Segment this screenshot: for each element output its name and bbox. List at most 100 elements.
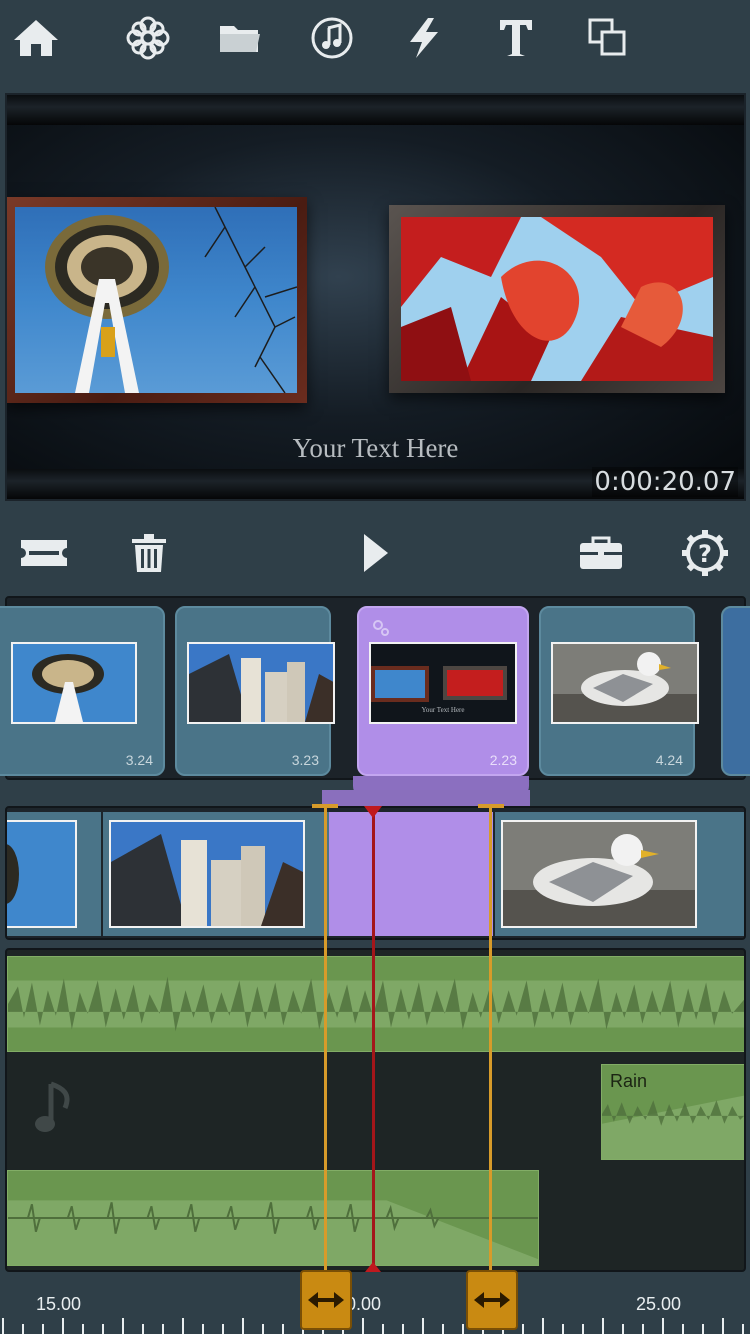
ruler-tick	[442, 1324, 444, 1334]
preview-photo-frame-right	[389, 205, 725, 393]
ruler-tick	[562, 1324, 564, 1334]
ruler-tick	[422, 1318, 424, 1334]
clip-duration: 3.24	[125, 752, 153, 768]
video-segment[interactable]	[495, 812, 744, 936]
preview-timecode: 0:00:20.07	[592, 467, 738, 497]
svg-text:?: ?	[698, 540, 712, 568]
audio-clip-effects[interactable]	[7, 1170, 539, 1266]
clip-duration: 3.23	[291, 752, 319, 768]
layers-icon[interactable]	[584, 14, 632, 62]
lightning-icon[interactable]	[400, 14, 448, 62]
trash-icon[interactable]	[124, 528, 174, 578]
ruler-tick	[622, 1324, 624, 1334]
ruler-tick	[242, 1318, 244, 1334]
audio-clip-rain[interactable]: Rain	[601, 1064, 744, 1160]
segment-thumbnail	[7, 820, 77, 928]
ruler-tick	[522, 1324, 524, 1334]
clip-duration: 2.23	[489, 752, 517, 768]
thumb-caption: Your Text Here	[421, 706, 465, 714]
audio-clip-label: Rain	[610, 1071, 648, 1091]
ticket-icon[interactable]	[18, 528, 70, 578]
text-icon[interactable]	[492, 14, 540, 62]
ruler-tick	[642, 1324, 644, 1334]
folder-icon[interactable]	[216, 14, 264, 62]
ruler-tick	[682, 1324, 684, 1334]
ruler-tick	[222, 1324, 224, 1334]
ruler-tick	[462, 1324, 464, 1334]
trim-handle-right[interactable]	[466, 1270, 518, 1330]
toolbox-icon[interactable]	[576, 528, 626, 578]
space-needle-photo	[15, 207, 297, 393]
playhead-marker-top[interactable]	[364, 806, 382, 818]
music-icon[interactable]	[308, 14, 356, 62]
video-segment-selected[interactable]	[329, 812, 493, 936]
ruler-tick	[102, 1324, 104, 1334]
trim-handle-left[interactable]	[300, 1270, 352, 1330]
video-track[interactable]	[5, 806, 746, 940]
ruler-tick	[122, 1318, 124, 1334]
ruler-tick	[42, 1324, 44, 1334]
ruler-tick	[602, 1318, 604, 1334]
clip-thumbnail	[187, 642, 335, 724]
playhead-marker-bottom	[365, 1262, 381, 1272]
ruler-tick	[262, 1324, 264, 1334]
help-gear-icon[interactable]: ?	[680, 528, 730, 578]
segment-thumbnail	[109, 820, 305, 928]
clip-strip[interactable]: 3.24 3.23 Your Text Here 2.23 4.24	[0, 596, 750, 780]
flower-icon[interactable]	[124, 14, 172, 62]
ruler-tick	[582, 1324, 584, 1334]
segment-thumbnail	[501, 820, 697, 928]
audio-tracks[interactable]: Rain	[5, 948, 746, 1272]
ruler-tick	[542, 1318, 544, 1334]
clip-duration: 4.24	[655, 752, 683, 768]
clip-thumbnail	[11, 642, 137, 724]
clip-card[interactable]: 4.24	[539, 606, 699, 776]
drag-arrows-icon	[308, 1292, 344, 1308]
ruler-label: 25.00	[636, 1294, 682, 1314]
ruler-tick	[722, 1318, 724, 1334]
trim-line-left	[324, 806, 327, 1276]
clip-card[interactable]	[721, 606, 750, 776]
clip-card-selected[interactable]: Your Text Here 2.23	[357, 606, 529, 776]
ruler-tick	[702, 1324, 704, 1334]
top-toolbar	[0, 0, 750, 82]
trim-cap-right	[478, 804, 504, 808]
ruler-tick	[182, 1318, 184, 1334]
clip-thumbnail: Your Text Here	[369, 642, 517, 724]
ruler-tick	[282, 1324, 284, 1334]
ruler-tick	[662, 1318, 664, 1334]
ruler-tick	[162, 1324, 164, 1334]
preview-photo-frame-left	[7, 197, 307, 403]
ruler-tick	[142, 1324, 144, 1334]
time-ruler[interactable]: 15.00 20.00 25.00	[0, 1276, 750, 1334]
drag-arrows-icon	[474, 1292, 510, 1308]
audio-clip-music[interactable]	[7, 956, 744, 1052]
red-sculpture-photo	[401, 217, 713, 381]
ruler-tick	[742, 1324, 744, 1334]
ruler-tick	[362, 1318, 364, 1334]
preview-top-band	[7, 95, 744, 125]
trim-line-right	[489, 806, 492, 1276]
play-icon[interactable]	[350, 528, 400, 578]
music-note-icon	[35, 1080, 75, 1136]
video-segment[interactable]	[103, 812, 329, 936]
ruler-label: 15.00	[36, 1294, 82, 1314]
ruler-tick	[202, 1324, 204, 1334]
clip-card[interactable]: 3.24	[0, 606, 165, 776]
trim-cap-left	[312, 804, 338, 808]
waveform	[8, 1200, 538, 1265]
playhead[interactable]	[372, 810, 375, 1272]
clip-thumbnail	[551, 642, 699, 724]
gear-icon	[369, 616, 391, 643]
clip-card[interactable]: 3.23	[175, 606, 335, 776]
playback-controls: ?	[0, 520, 750, 584]
ruler-tick	[82, 1324, 84, 1334]
waveform	[8, 976, 744, 1032]
ruler-tick	[402, 1324, 404, 1334]
video-segment[interactable]	[7, 812, 101, 936]
preview-caption-text[interactable]: Your Text Here	[7, 433, 744, 464]
home-icon[interactable]	[12, 14, 60, 62]
ruler-tick	[382, 1324, 384, 1334]
video-preview[interactable]: Your Text Here 0:00:20.07	[5, 93, 746, 501]
ruler-tick	[2, 1318, 4, 1334]
